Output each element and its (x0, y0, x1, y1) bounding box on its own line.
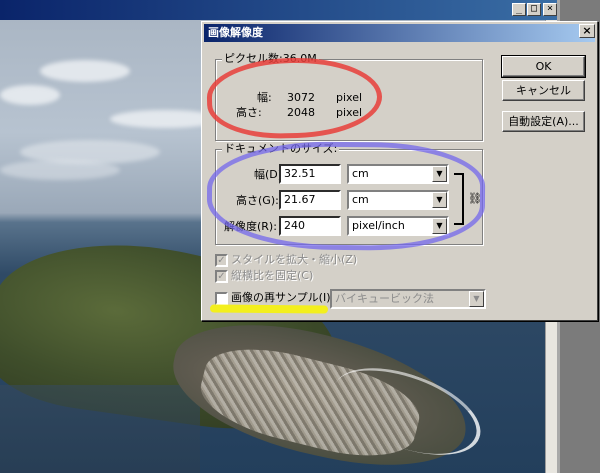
maximize-button[interactable]: □ (527, 3, 541, 16)
minimize-button[interactable]: _ (512, 3, 526, 16)
dialog-close-button[interactable]: × (579, 24, 595, 38)
app-titlebar[interactable]: _ □ × (0, 0, 562, 20)
ok-button[interactable]: OK (501, 55, 586, 78)
auto-button[interactable]: 自動設定(A)... (502, 111, 585, 132)
constrain-proportions-label: 縦横比を固定(C) (231, 269, 314, 282)
resample-method-value: バイキュービック法 (335, 292, 434, 305)
app-close-button[interactable]: × (543, 3, 557, 16)
chevron-down-icon[interactable]: ▼ (469, 291, 484, 307)
yellow-underline (209, 304, 329, 314)
resample-method-select[interactable]: バイキュービック法 ▼ (330, 289, 486, 309)
blue-highlight-ellipse (206, 140, 486, 252)
cancel-button[interactable]: キャンセル (502, 80, 585, 101)
scale-styles-checkbox[interactable]: ✓ (215, 254, 228, 267)
constrain-proportions-checkbox[interactable]: ✓ (215, 270, 228, 283)
scale-styles-label: スタイルを拡大・縮小(Z) (231, 253, 358, 266)
resample-label: 画像の再サンプル(I): (231, 291, 335, 304)
resample-checkbox[interactable] (215, 292, 228, 305)
dialog-title[interactable]: 画像解像度 (204, 24, 595, 42)
